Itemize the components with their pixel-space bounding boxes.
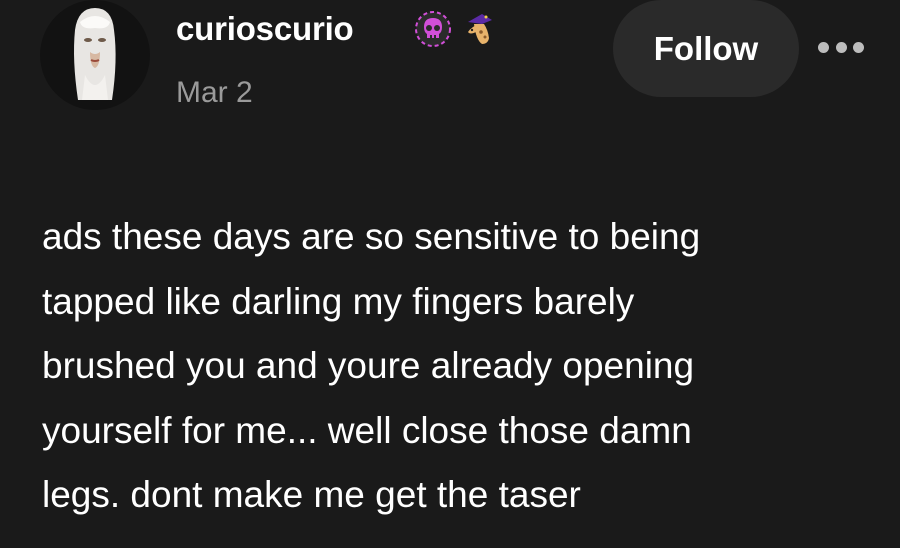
post-body-line: yourself for me... well close those damn	[42, 409, 692, 451]
post-body-line: tapped like darling my fingers barely	[42, 280, 635, 322]
username[interactable]: curioscurio	[176, 8, 354, 50]
more-options-icon[interactable]	[818, 34, 864, 60]
user-avatar[interactable]	[40, 0, 150, 110]
giraffe-wizard-badge-icon[interactable]	[462, 10, 500, 48]
follow-button[interactable]: Follow	[613, 0, 799, 97]
badge-group	[414, 10, 500, 48]
post-card: curioscurio Mar 2 Follow ads these days …	[0, 0, 900, 548]
avatar-image	[40, 0, 150, 110]
more-dot	[835, 41, 847, 53]
skull-badge-icon[interactable]	[414, 10, 452, 48]
post-body: ads these days are so sensitive to being…	[42, 205, 862, 528]
post-body-line: legs. dont make me get the taser	[42, 474, 581, 515]
post-date[interactable]: Mar 2	[176, 74, 253, 112]
more-dot	[853, 41, 864, 53]
more-dot	[818, 41, 829, 53]
post-body-line: brushed you and youre already opening	[42, 345, 695, 386]
post-body-line: ads these days are so sensitive to being	[42, 216, 701, 257]
